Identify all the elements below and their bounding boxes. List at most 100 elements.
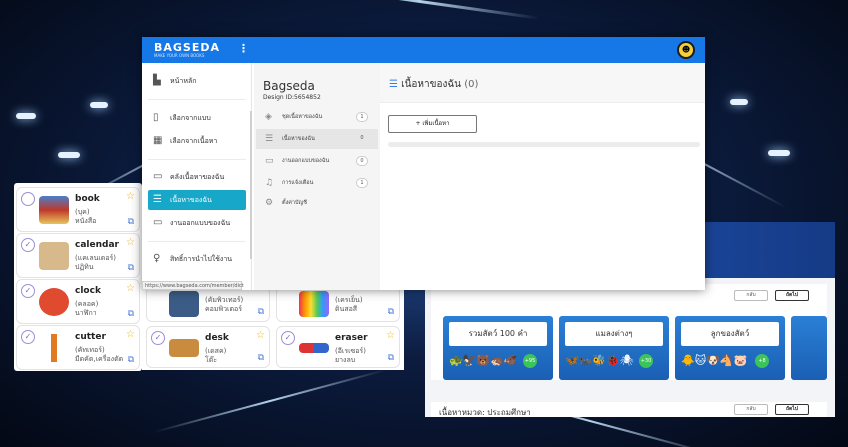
sidebar-item-my-content[interactable]: ☰ เนื้อหาของฉัน	[148, 190, 246, 210]
panel-item-label: งานออกแบบของฉัน	[282, 158, 330, 164]
layers-icon: ◈	[265, 112, 272, 122]
copy-icon[interactable]: ⧉	[258, 307, 264, 317]
card-word: calendar	[75, 240, 119, 250]
sidebar-item-label: เนื้อหาของฉัน	[170, 196, 212, 204]
copy-icon[interactable]: ⧉	[128, 217, 134, 227]
panel-item-settings[interactable]: ⚙ ตั้งค่าบัญชี	[256, 193, 378, 213]
vocab-card[interactable]: (คัมพิวเทอร์) คอมพิวเตอร์ ⧉	[146, 286, 270, 322]
copy-icon[interactable]: ⧉	[388, 307, 394, 317]
sidebar-item-my-designs[interactable]: ▭ งานออกแบบของฉัน	[148, 213, 246, 233]
cutter-image	[39, 334, 69, 362]
sidebar-item-templates[interactable]: ▯ เลือกจากแบบ	[148, 108, 246, 128]
page-title-count: (0)	[464, 79, 479, 90]
sidebar-item-label: คลังเนื้อหาของฉัน	[170, 173, 225, 181]
avatar[interactable]: ☻	[677, 41, 695, 59]
sidebar-item-library[interactable]: ▭ คลังเนื้อหาของฉัน	[148, 167, 246, 187]
account-panel: Bagseda Design ID:5654852 ◈ ชุดเนื้อหาขอ…	[254, 63, 380, 290]
panel-item-label: ตั้งค่าบัญชี	[282, 200, 307, 206]
next-button[interactable]: ถัดไป	[775, 404, 809, 415]
scrollbar[interactable]	[250, 111, 252, 259]
card-thai: นาฬิกา	[75, 309, 97, 317]
star-icon[interactable]: ☆	[126, 329, 135, 340]
panel-item-label: ชุดเนื้อหาของฉัน	[282, 114, 323, 120]
sidebar-item-label: เลือกจากเนื้อหา	[170, 137, 218, 145]
clock-image	[39, 288, 69, 316]
deck-animals: 🐢🦅🐻🦔🐗	[449, 354, 518, 367]
deck-more-badge: +95	[523, 354, 537, 368]
card-thai: ยางลบ	[335, 356, 356, 364]
divider	[148, 99, 246, 100]
select-checkbox[interactable]: ✓	[21, 284, 35, 298]
card-thai: คอมพิวเตอร์	[205, 305, 242, 313]
select-checkbox[interactable]: ✓	[281, 331, 295, 345]
next-button[interactable]: ถัดไป	[775, 290, 809, 301]
sidebar-item-home[interactable]: ▙ หน้าหลัก	[148, 71, 246, 91]
page-title: ☰ เนื้อหาของฉัน (0)	[389, 77, 478, 92]
add-content-button[interactable]: + เพิ่มเนื้อหา	[388, 115, 477, 133]
list-icon: ☰	[265, 134, 274, 144]
menu-kebab-icon[interactable]: ⋮	[238, 42, 249, 55]
content-placeholder-bar	[388, 142, 700, 147]
vocab-card[interactable]: ✓ eraser (อีเรเซอร์) ยางลบ ☆ ⧉	[276, 326, 400, 368]
vocab-card[interactable]: ✓ clock (คลอค) นาฬิกา ☆ ⧉	[16, 279, 140, 324]
copy-icon[interactable]: ⧉	[258, 353, 264, 363]
deck-label: ลูกของสัตว์	[681, 322, 779, 346]
deck-label: รวมสัตว์ 100 คำ	[449, 322, 547, 346]
deck-card-partial[interactable]	[791, 316, 827, 380]
sidebar-item-license[interactable]: ♀ สิทธิ์การนำไปใช้งาน	[148, 249, 246, 269]
deck-animals: 🦋🐜🐝🐞🕷	[565, 354, 634, 367]
star-icon[interactable]: ☆	[386, 330, 395, 341]
panel-item-notifications[interactable]: ♫ การแจ้งเตือน 1	[256, 173, 378, 193]
star-icon[interactable]: ☆	[126, 283, 135, 294]
count-badge: 0	[356, 156, 368, 166]
computer-image	[169, 291, 199, 317]
panel-item-designs[interactable]: ▭ งานออกแบบของฉัน 0	[256, 151, 378, 171]
vocab-card[interactable]: ✓ calendar (แคเลนเดอร์) ปฏิทิน ☆ ⧉	[16, 233, 140, 278]
sidebar-item-label: เลือกจากแบบ	[170, 114, 211, 122]
select-checkbox[interactable]: ✓	[151, 331, 165, 345]
vocab-card[interactable]: book (บุค) หนังสือ ☆ ⧉	[16, 187, 140, 232]
copy-icon[interactable]: ⧉	[128, 263, 134, 273]
eraser-image	[299, 343, 329, 353]
card-word: book	[75, 194, 100, 204]
panel-item-label: เนื้อหาของฉัน	[282, 136, 315, 142]
card-word: eraser	[335, 333, 368, 343]
deck-card[interactable]: แมลงต่างๆ 🦋🐜🐝🐞🕷 +30	[559, 316, 669, 380]
count-badge: 1	[356, 112, 368, 122]
panel-item-my-content[interactable]: ☰ เนื้อหาของฉัน 0	[256, 129, 378, 149]
status-url: https://www.bagseda.com/member/dict	[142, 281, 244, 290]
desk-image	[169, 339, 199, 357]
star-icon[interactable]: ☆	[126, 191, 135, 202]
star-icon[interactable]: ☆	[256, 330, 265, 341]
select-checkbox[interactable]	[21, 192, 35, 206]
star-icon[interactable]: ☆	[126, 237, 135, 248]
sidebar-item-label: สิทธิ์การนำไปใช้งาน	[170, 255, 233, 263]
copy-icon[interactable]: ⧉	[128, 355, 134, 365]
back-button[interactable]: กลับ	[734, 290, 768, 301]
vocab-card[interactable]: (เครเย็น) ดินสอสี ⧉	[276, 286, 400, 322]
main-content: ☰ เนื้อหาของฉัน (0) + เพิ่มเนื้อหา	[380, 63, 705, 290]
top-bar: BAGSEDA MAKE YOUR OWN BOOKS ⋮ ☻	[142, 37, 705, 63]
count-badge: 0	[360, 135, 364, 141]
select-checkbox[interactable]: ✓	[21, 238, 35, 252]
content-grid-icon: ▦	[153, 135, 163, 146]
copy-icon[interactable]: ⧉	[128, 309, 134, 319]
card-thai: มีดคัต,เครื่องตัด	[75, 355, 124, 363]
book-image	[39, 196, 69, 224]
calendar-image	[39, 242, 69, 270]
vocab-card[interactable]: ✓ cutter (คัทเทอร์) มีดคัต,เครื่องตัด ☆ …	[16, 325, 140, 370]
box-icon: ▭	[153, 217, 163, 228]
select-checkbox[interactable]: ✓	[21, 330, 35, 344]
category-row: เนื้อหาหมวด: ประถมศึกษา กลับ ถัดไป	[431, 402, 827, 417]
deck-card[interactable]: ลูกของสัตว์ 🐥🐱🐶🐴🐷 +8	[675, 316, 785, 380]
back-button[interactable]: กลับ	[734, 404, 768, 415]
deck-carousel: รวมสัตว์ 100 คำ 🐢🦅🐻🦔🐗 +95 แมลงต่างๆ 🦋🐜🐝🐞…	[431, 310, 827, 380]
vocab-card[interactable]: ✓ desk (เดสค) โต๊ะ ☆ ⧉	[146, 326, 270, 368]
card-word: clock	[75, 286, 101, 296]
copy-icon[interactable]: ⧉	[388, 353, 394, 363]
panel-item-label: การแจ้งเตือน	[282, 180, 314, 186]
panel-item-collections[interactable]: ◈ ชุดเนื้อหาของฉัน 1	[256, 107, 378, 127]
deck-card[interactable]: รวมสัตว์ 100 คำ 🐢🦅🐻🦔🐗 +95	[443, 316, 553, 380]
sidebar-item-content[interactable]: ▦ เลือกจากเนื้อหา	[148, 131, 246, 151]
card-thai: ดินสอสี	[335, 305, 358, 313]
